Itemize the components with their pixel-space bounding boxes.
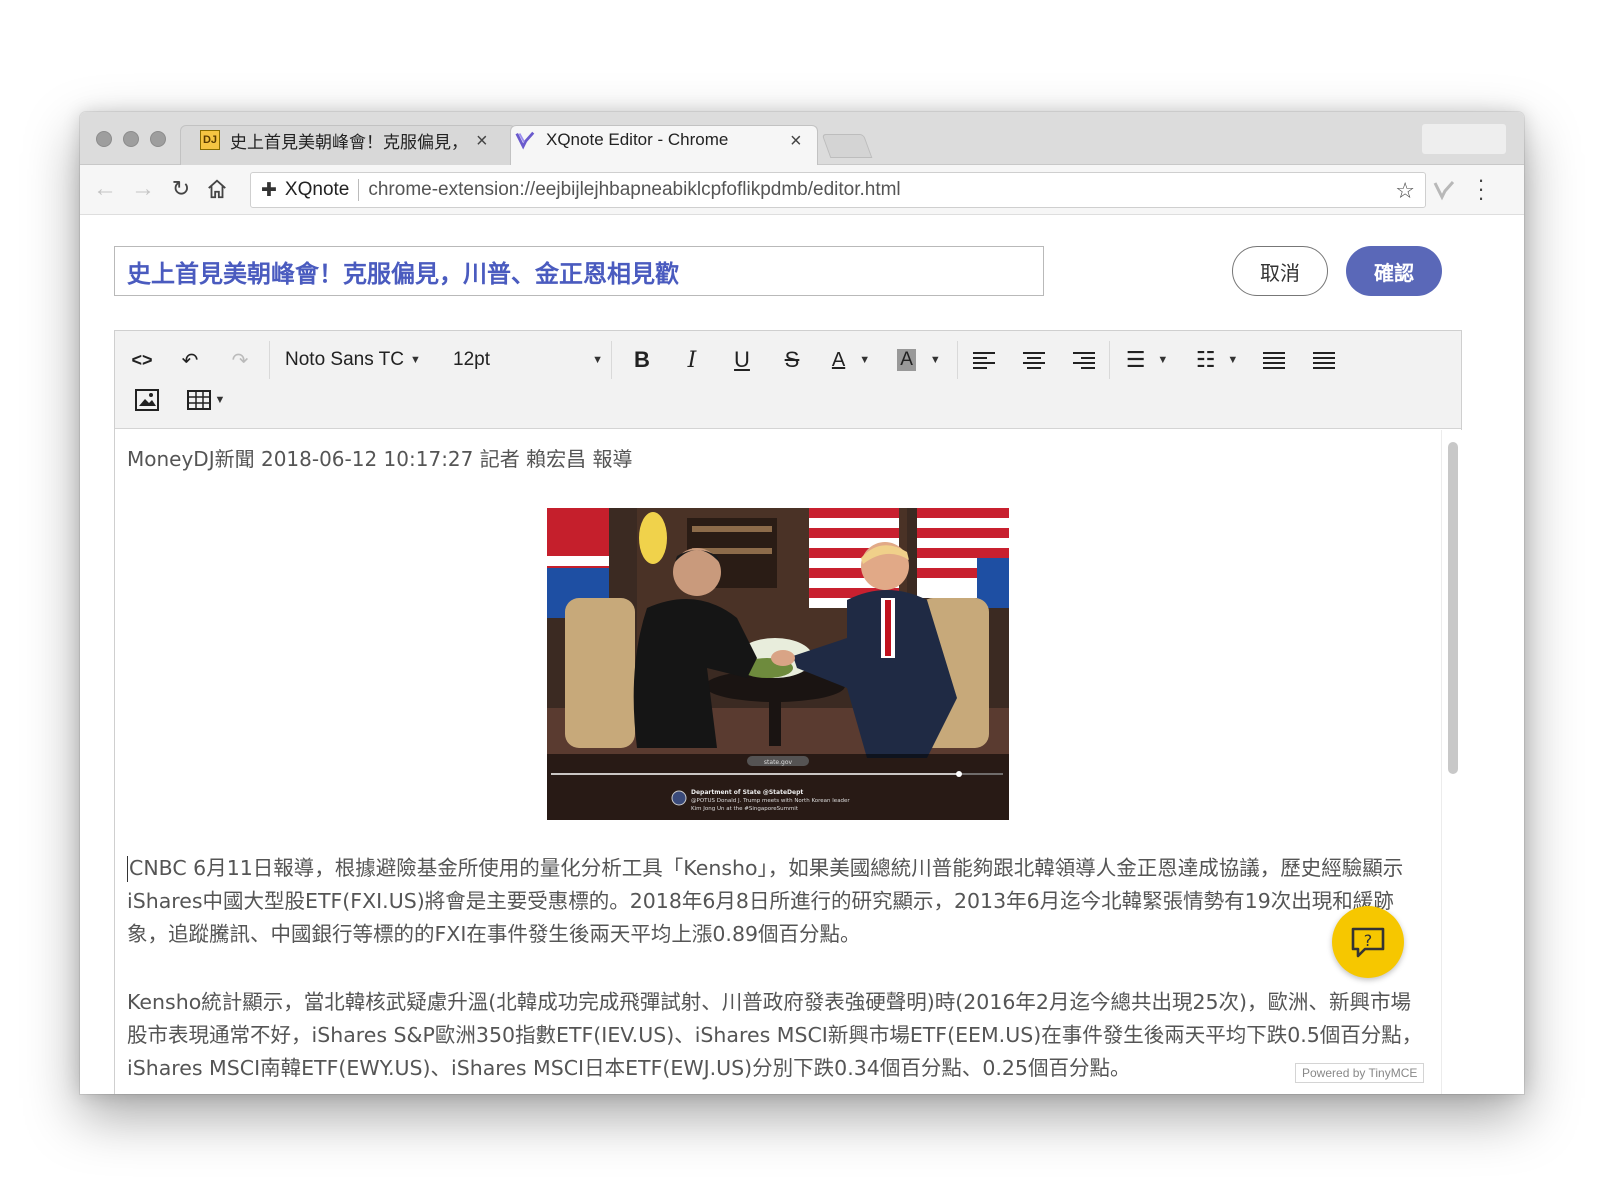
underline-button[interactable]: U (727, 343, 757, 377)
article-paragraph: CNBC 6月11日報導，根據避險基金所使用的量化分析工具「Kensho」，如果… (127, 852, 1427, 951)
align-left-icon[interactable] (969, 343, 999, 377)
chevron-down-icon: ▼ (592, 354, 603, 366)
new-tab-button[interactable] (821, 134, 873, 158)
tab-moneydj-close-icon[interactable]: × (476, 131, 488, 151)
article-paragraph: Kensho統計顯示，當北韓核武疑慮升溫(北韓成功完成飛彈試射、川普政府發表強硬… (127, 990, 1423, 1080)
toolbar-separator (957, 341, 958, 379)
home-icon[interactable] (206, 178, 228, 200)
summit-photo: state.gov Department of State @StateDept… (547, 508, 1009, 820)
insert-table-button[interactable]: ▼ (183, 383, 229, 417)
forward-icon[interactable]: → (130, 176, 156, 202)
outdent-icon[interactable] (1259, 343, 1289, 377)
chevron-down-icon: ▼ (929, 354, 941, 366)
back-icon[interactable]: ← (92, 176, 118, 202)
numbered-list-button[interactable]: ☷ ▼ (1189, 343, 1245, 377)
insert-image-icon[interactable] (135, 389, 159, 411)
redo-icon[interactable]: ↷ (225, 343, 255, 377)
extension-name: XQnote (284, 179, 350, 200)
xqnote-favicon-icon (515, 131, 535, 150)
align-center-icon[interactable] (1019, 343, 1049, 377)
background-color-button[interactable]: A ▼ (891, 343, 947, 377)
tab-xqnote-close-icon[interactable]: × (790, 131, 802, 151)
editor-scrollbar[interactable] (1441, 430, 1463, 1094)
photo-caption-line1: Department of State @StateDept (691, 789, 803, 796)
help-button[interactable]: ? (1332, 906, 1404, 978)
title-input[interactable]: 史上首見美朝峰會！克服偏見，川普、金正恩相見歡 (114, 246, 1044, 296)
powered-by-tinymce[interactable]: Powered by TinyMCE (1295, 1063, 1425, 1083)
photo-caption-line2: @POTUS Donald J. Trump meets with North … (691, 798, 850, 804)
article-byline: MoneyDJ新聞 2018-06-12 10:17:27 記者 賴宏昌 報導 (127, 447, 633, 471)
text-color-icon: A (831, 348, 846, 371)
editor-content[interactable]: MoneyDJ新聞 2018-06-12 10:17:27 記者 賴宏昌 報導 (115, 430, 1441, 1094)
url-text[interactable]: chrome-extension://eejbijlejhbapneabiklc… (368, 179, 900, 201)
help-chat-icon: ? (1351, 927, 1385, 958)
puzzle-icon: ✚ (261, 179, 277, 201)
minimize-window-button[interactable] (123, 131, 139, 147)
tab-moneydj-label: 史上首見美朝峰會！克服偏見， (230, 132, 468, 152)
rich-text-editor: <> ↶ ↷ Noto Sans TC ▼ 12pt ▼ B I U S A ▼… (114, 330, 1463, 1094)
tab-xqnote-content[interactable]: XQnote Editor - Chrome (514, 125, 728, 155)
table-icon (186, 390, 211, 410)
indent-icon[interactable] (1309, 343, 1339, 377)
svg-text:?: ? (1364, 931, 1373, 950)
chevron-down-icon: ▼ (1157, 354, 1169, 366)
toolbar-separator (611, 341, 612, 379)
source-code-icon[interactable]: <> (127, 343, 157, 377)
text-color-button[interactable]: A ▼ (823, 343, 879, 377)
omnibox-divider (358, 179, 360, 201)
close-window-button[interactable] (96, 131, 112, 147)
undo-icon[interactable]: ↶ (175, 343, 205, 377)
xqnote-extension-icon[interactable] (1432, 178, 1456, 202)
scrollbar-thumb[interactable] (1448, 442, 1458, 774)
paragraph-1-text: CNBC 6月11日報導，根據避險基金所使用的量化分析工具「Kensho」，如果… (127, 856, 1404, 946)
font-family-select[interactable]: Noto Sans TC ▼ (285, 343, 435, 377)
align-right-icon[interactable] (1069, 343, 1099, 377)
chevron-down-icon: ▼ (214, 394, 226, 406)
font-size-select[interactable]: 12pt ▼ (453, 343, 603, 377)
editor-page: 史上首見美朝峰會！克服偏見，川普、金正恩相見歡 取消 確認 <> ↶ ↷ Not… (80, 216, 1524, 1094)
font-family-value: Noto Sans TC (285, 349, 404, 370)
font-size-value: 12pt (453, 349, 490, 370)
background-color-icon: A (897, 349, 916, 371)
numbered-list-icon: ☷ (1195, 347, 1216, 372)
tab-strip: DJ 史上首見美朝峰會！克服偏見， × XQnote Editor - Chro… (80, 112, 1524, 166)
toolbar-separator (1109, 341, 1110, 379)
photo-caption-line3: Kim Jong Un at the #SingaporeSummit (691, 806, 799, 812)
navigation-bar: ← → ↻ ✚ XQnote chrome-extension://eejbij… (80, 165, 1524, 215)
reload-icon[interactable]: ↻ (168, 176, 194, 202)
cancel-button[interactable]: 取消 (1232, 246, 1328, 296)
star-icon[interactable]: ☆ (1395, 178, 1415, 204)
profile-button[interactable] (1422, 124, 1506, 154)
chevron-down-icon: ▼ (859, 354, 871, 366)
menu-icon[interactable]: · · · (1476, 169, 1486, 209)
extension-chip: ✚ XQnote (251, 179, 349, 202)
text-cursor (127, 856, 128, 882)
chevron-down-icon: ▼ (409, 354, 421, 366)
bullet-list-icon: ☰ (1125, 347, 1146, 372)
dj-favicon-icon: DJ (200, 130, 220, 150)
address-bar[interactable]: ✚ XQnote chrome-extension://eejbijlejhba… (250, 172, 1426, 208)
browser-window: DJ 史上首見美朝峰會！克服偏見， × XQnote Editor - Chro… (80, 112, 1524, 1094)
bullet-list-button[interactable]: ☰ ▼ (1119, 343, 1175, 377)
toolbar-separator (269, 341, 270, 379)
tab-moneydj-content[interactable]: DJ 史上首見美朝峰會！克服偏見， (200, 125, 480, 155)
chevron-down-icon: ▼ (1227, 354, 1239, 366)
photo-source-text: state.gov (764, 759, 793, 766)
confirm-button[interactable]: 確認 (1346, 246, 1442, 296)
strikethrough-button[interactable]: S (777, 343, 807, 377)
editor-toolbar: <> ↶ ↷ Noto Sans TC ▼ 12pt ▼ B I U S A ▼… (115, 331, 1461, 429)
bold-button[interactable]: B (627, 343, 657, 377)
zoom-window-button[interactable] (150, 131, 166, 147)
italic-button[interactable]: I (677, 343, 707, 377)
tab-xqnote-label: XQnote Editor - Chrome (546, 130, 729, 149)
